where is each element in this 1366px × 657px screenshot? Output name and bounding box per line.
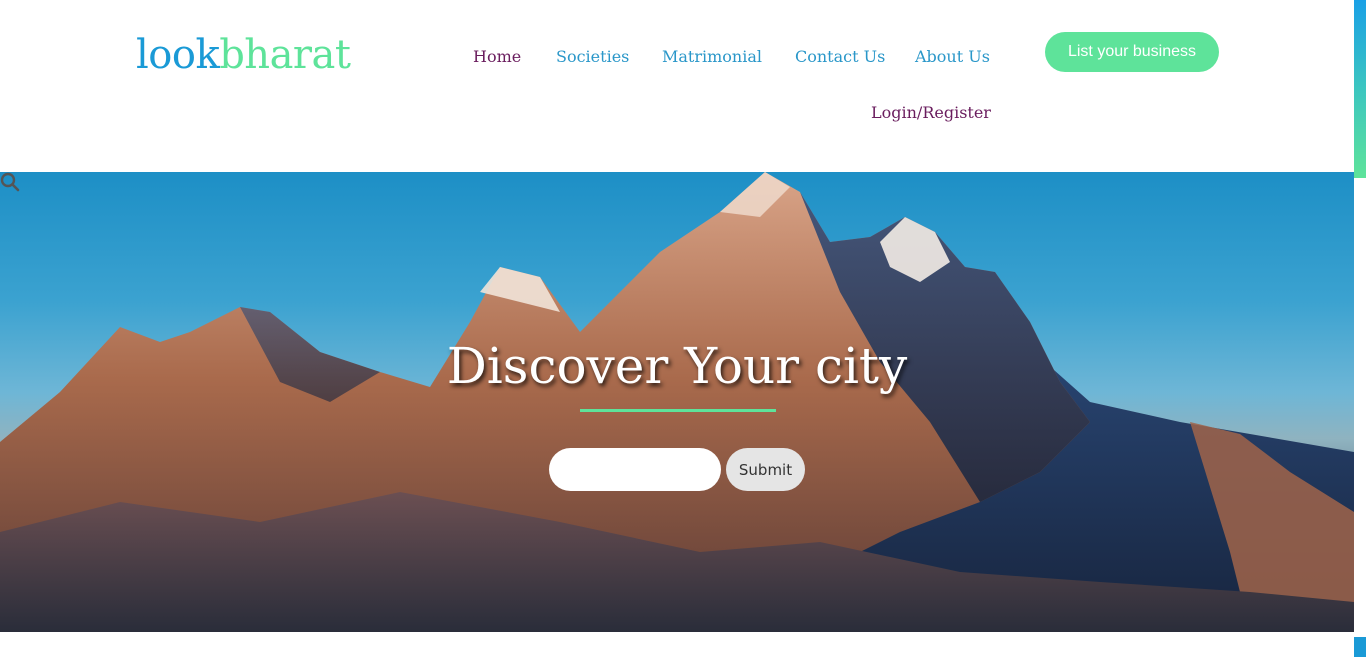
nav-contact-us[interactable]: Contact Us [795, 47, 885, 66]
logo-part-look: look [136, 32, 220, 78]
mountain-background-image [0, 172, 1354, 632]
nav-matrimonial[interactable]: Matrimonial [662, 47, 762, 66]
logo-part-bharat: bharat [219, 32, 351, 78]
nav-about-us[interactable]: About Us [915, 47, 990, 66]
search-icon[interactable] [0, 172, 20, 192]
scrollbar-thumb[interactable] [1354, 0, 1366, 178]
title-underline [580, 409, 776, 412]
scrollbar-bottom[interactable] [1354, 637, 1366, 657]
hero-banner: Discover Your city Submit [0, 172, 1354, 632]
site-logo[interactable]: lookbharat [136, 32, 351, 78]
list-business-button[interactable]: List your business [1045, 32, 1219, 72]
hero-title: Discover Your city [446, 337, 908, 395]
scrollbar[interactable] [1354, 0, 1366, 657]
search-input[interactable] [562, 454, 686, 484]
nav-login-register[interactable]: Login/Register [871, 103, 991, 122]
site-header: lookbharat Home Societies Matrimonial Co… [0, 0, 1354, 172]
submit-button[interactable]: Submit [726, 448, 805, 491]
nav-home[interactable]: Home [473, 47, 521, 66]
nav-societies[interactable]: Societies [556, 47, 629, 66]
